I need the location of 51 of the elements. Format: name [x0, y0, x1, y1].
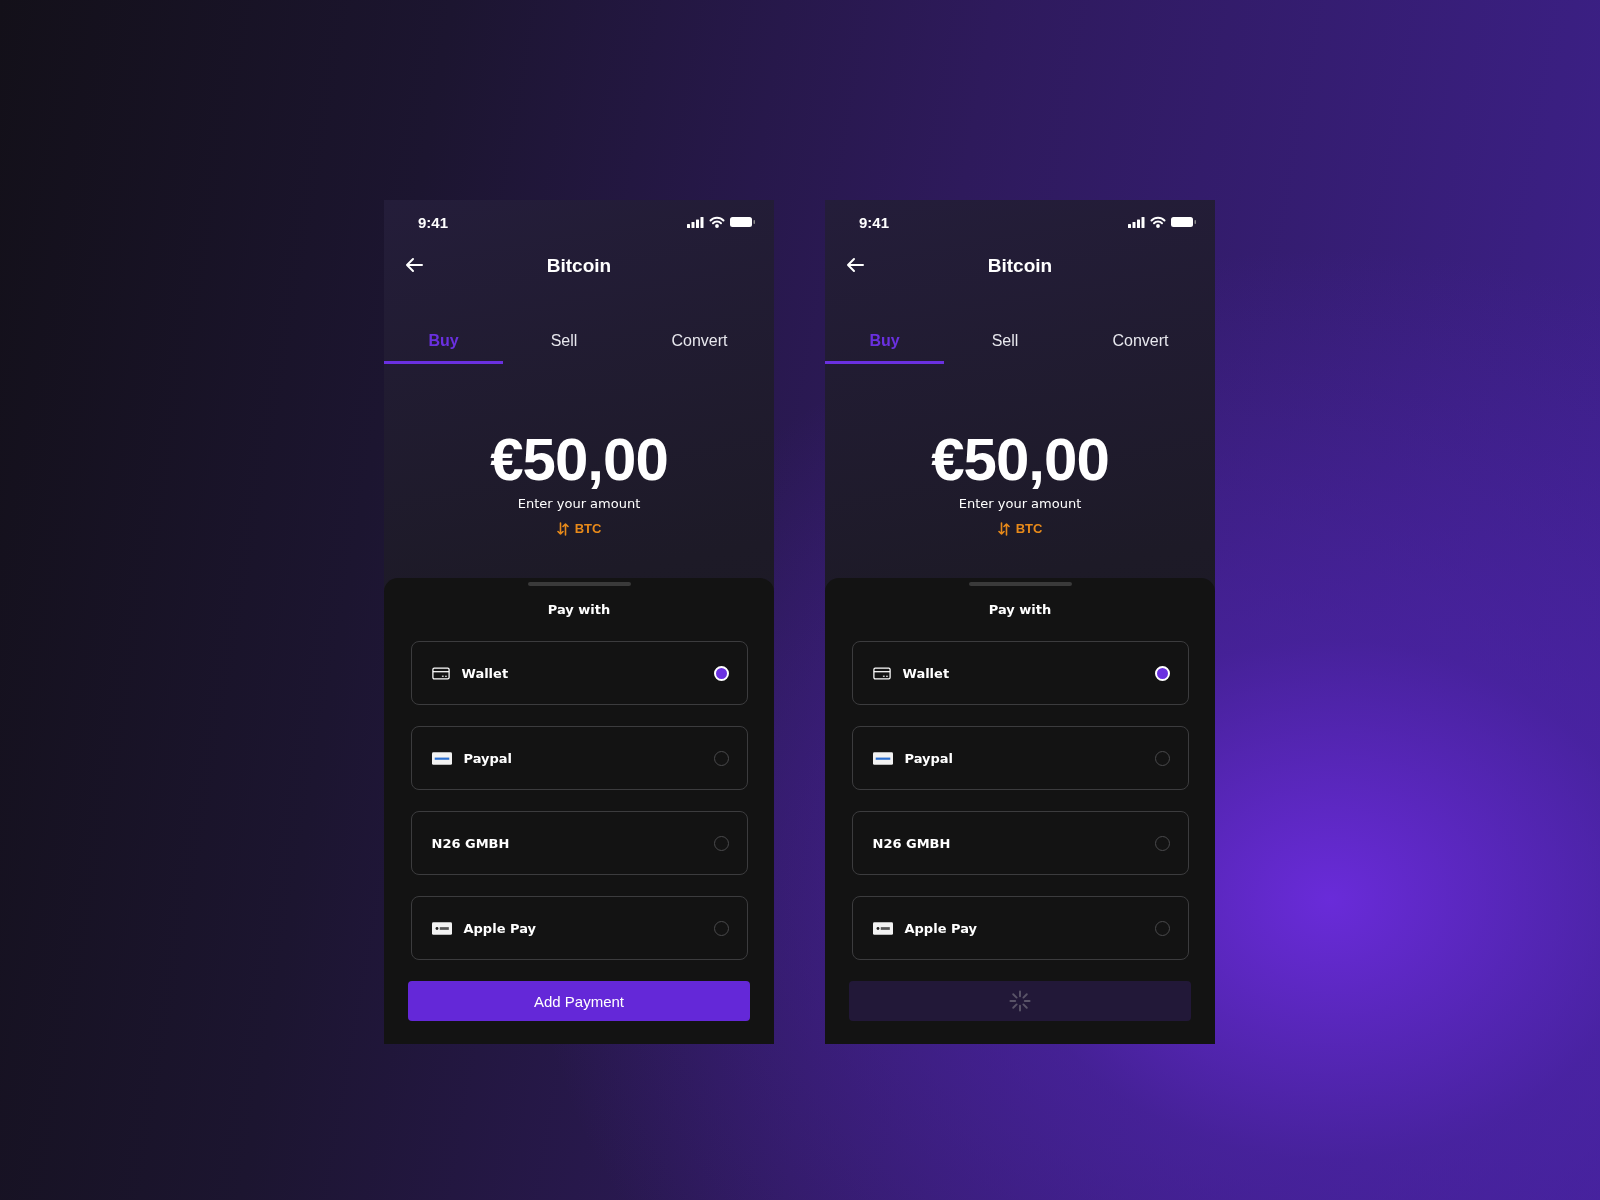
payment-logo-icon	[872, 751, 893, 765]
option-label: Wallet	[461, 665, 510, 681]
option-label: Apple Pay	[904, 920, 978, 936]
screen-title: Bitcoin	[546, 255, 612, 277]
signal-icon	[687, 216, 704, 228]
add-payment-button[interactable]: Add Payment	[408, 981, 750, 1021]
battery-icon	[1171, 216, 1197, 228]
payment-logo-icon	[431, 921, 452, 935]
payment-option[interactable]: Apple Pay	[410, 896, 748, 960]
option-label: Apple Pay	[463, 920, 537, 936]
wifi-icon	[709, 216, 725, 228]
add-payment-button[interactable]	[849, 981, 1191, 1021]
loading-spinner-icon	[1008, 989, 1032, 1013]
swap-icon	[556, 521, 569, 536]
status-time: 9:41	[418, 213, 449, 231]
currency-toggle[interactable]: BTC	[554, 519, 604, 538]
screen-title: Bitcoin	[987, 255, 1053, 277]
option-label: Wallet	[902, 665, 951, 681]
signal-icon	[1128, 216, 1145, 228]
tab[interactable]: Convert	[625, 324, 774, 364]
payment-option[interactable]: Wallet	[410, 641, 748, 705]
battery-icon	[730, 216, 756, 228]
tab[interactable]: Sell	[944, 324, 1066, 364]
sheet-handle[interactable]	[968, 582, 1072, 586]
option-label: N26 GMBH	[431, 835, 511, 851]
sheet-title: Pay with	[988, 602, 1052, 617]
amount-hint: Enter your amount	[958, 496, 1082, 511]
tab[interactable]: Convert	[1066, 324, 1215, 364]
payment-logo-icon	[872, 921, 893, 935]
payment-option[interactable]: Paypal	[851, 726, 1189, 790]
payment-option[interactable]: N26 GMBH	[851, 811, 1189, 875]
sheet-handle[interactable]	[527, 582, 631, 586]
payment-option[interactable]: Wallet	[851, 641, 1189, 705]
sheet-title: Pay with	[547, 602, 611, 617]
currency-toggle[interactable]: BTC	[995, 519, 1045, 538]
card-icon	[431, 665, 450, 681]
status-time: 9:41	[859, 213, 890, 231]
payment-option[interactable]: Paypal	[410, 726, 748, 790]
option-label: Paypal	[904, 750, 955, 766]
wifi-icon	[1150, 216, 1166, 228]
amount-hint: Enter your amount	[517, 496, 641, 511]
amount-value: €50,00	[931, 428, 1109, 492]
amount-value: €50,00	[490, 428, 668, 492]
swap-icon	[997, 521, 1010, 536]
option-label: N26 GMBH	[872, 835, 952, 851]
payment-option[interactable]: N26 GMBH	[410, 811, 748, 875]
payment-logo-icon	[431, 751, 452, 765]
tab[interactable]: Sell	[503, 324, 625, 364]
card-icon	[872, 665, 891, 681]
payment-option[interactable]: Apple Pay	[851, 896, 1189, 960]
option-label: Paypal	[463, 750, 514, 766]
